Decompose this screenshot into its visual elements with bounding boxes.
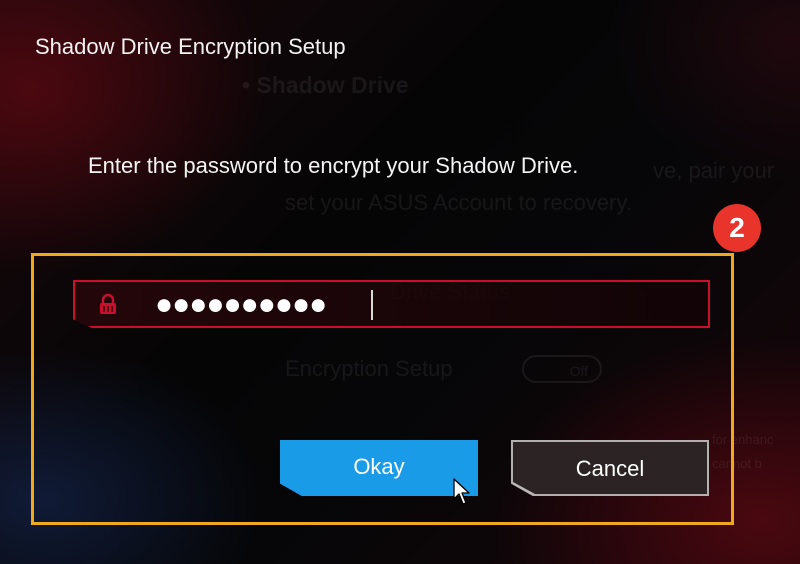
background-decoration: set your ASUS Account to recovery. [285, 190, 632, 215]
screen: • Shadow Drive ve, pair your set your AS… [0, 0, 800, 564]
password-input[interactable]: ●●●●●●●●●● [73, 280, 710, 328]
okay-button-label: Okay [353, 454, 405, 479]
text-caret [371, 290, 373, 320]
dialog-title: Shadow Drive Encryption Setup [35, 34, 346, 59]
mouse-pointer-icon [453, 478, 470, 505]
background-decoration: ve, pair your [653, 158, 775, 183]
cancel-button[interactable]: Cancel [511, 440, 709, 496]
password-value: ●●●●●●●●●● [155, 288, 327, 321]
step-badge: 2 [713, 204, 761, 252]
cancel-button-label: Cancel [575, 456, 645, 481]
okay-button[interactable]: Okay [280, 440, 478, 496]
instruction-text: Enter the password to encrypt your Shado… [88, 153, 579, 178]
background-decoration: • Shadow Drive [242, 72, 409, 98]
lock-icon [100, 293, 116, 314]
